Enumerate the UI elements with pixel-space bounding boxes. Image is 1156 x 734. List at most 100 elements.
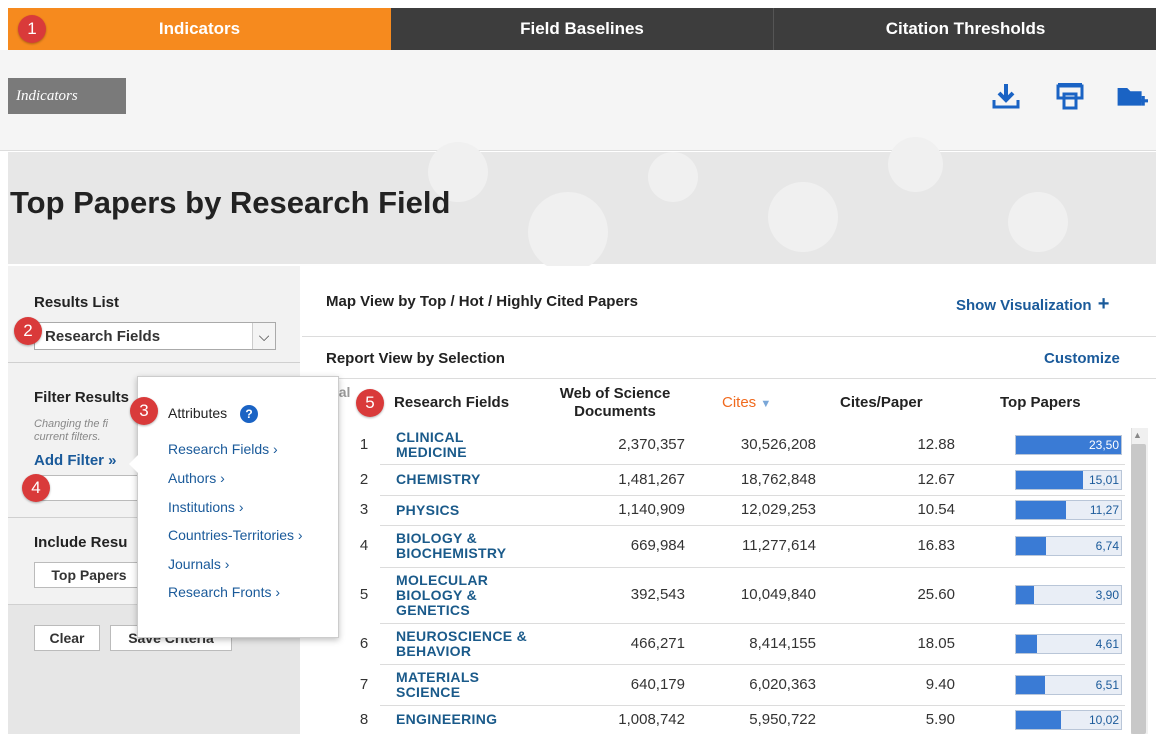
add-folder-icon[interactable] [1116, 80, 1148, 112]
sort-down-icon: ▼ [760, 398, 772, 410]
filter-results-label: Filter Results [34, 389, 130, 406]
col-cites-label: Cites [722, 394, 757, 411]
bar-fill [1016, 501, 1067, 519]
top-papers-bar[interactable]: 4,61 [1015, 633, 1122, 654]
decor-circle [888, 137, 943, 192]
research-field-link[interactable]: MATERIALS SCIENCE [396, 669, 536, 700]
top-papers-value: 11,27 [1089, 503, 1119, 517]
cites-per-paper-value: 12.67 [917, 470, 955, 488]
tab-label: Indicators [158, 19, 241, 38]
decor-circle [1008, 192, 1068, 252]
research-field-link[interactable]: CHEMISTRY [396, 472, 536, 487]
wos-documents-value: 2,370,357 [618, 436, 685, 453]
show-visualization-link[interactable]: Show Visualization + [956, 293, 1109, 316]
add-filter-link[interactable]: Add Filter » [34, 452, 117, 469]
download-icon[interactable] [990, 80, 1022, 112]
cites-per-paper-value: 12.88 [917, 436, 955, 453]
bar-fill [1016, 537, 1047, 555]
row-rank: 1 [359, 436, 369, 453]
popup-item-journals[interactable]: Journals › [168, 556, 229, 572]
col-wos-documents[interactable]: Web of Science Documents [540, 385, 690, 421]
bar-fill [1016, 710, 1062, 729]
research-field-link[interactable]: PHYSICS [396, 502, 536, 518]
help-icon[interactable]: ? [240, 405, 258, 423]
col-top-papers[interactable]: Top Papers [1000, 394, 1081, 411]
wos-documents-value: 640,179 [630, 675, 685, 693]
top-papers-value: 15,01 [1088, 472, 1119, 487]
research-field-link[interactable]: BIOLOGY & BIOCHEMISTRY [396, 531, 536, 561]
research-field-link[interactable]: MOLECULAR BIOLOGY & GENETICS [396, 572, 536, 618]
row-rank: 4 [359, 537, 369, 554]
scrollbar-thumb[interactable] [1131, 444, 1146, 734]
research-field-link[interactable]: CLINICAL MEDICINE [396, 430, 536, 460]
top-papers-bar[interactable]: 15,01 [1015, 469, 1122, 490]
top-papers-bar[interactable]: 6,74 [1015, 536, 1122, 556]
popup-item-institutions[interactable]: Institutions › [168, 499, 243, 515]
cites-value: 11,277,614 [742, 537, 816, 554]
wos-documents-value: 392,543 [630, 586, 685, 603]
popup-item-authors[interactable]: Authors › [168, 470, 225, 486]
top-papers-value: 3,90 [1095, 588, 1119, 602]
toolbar-band [0, 50, 1156, 151]
top-papers-bar[interactable]: 6,51 [1015, 674, 1122, 695]
research-field-link[interactable]: NEUROSCIENCE & BEHAVIOR [396, 628, 536, 659]
tab-label: Citation Thresholds [885, 19, 1046, 38]
top-papers-value: 6,51 [1095, 677, 1119, 692]
map-view-label: Map View by Top / Hot / Highly Cited Pap… [326, 293, 638, 310]
print-icon[interactable] [1054, 80, 1086, 112]
row-rank: 8 [359, 710, 369, 728]
col-cites[interactable]: Cites ▼ [722, 394, 771, 411]
results-list-label: Results List [34, 294, 120, 311]
top-papers-bar[interactable]: 10,02 [1015, 709, 1122, 730]
tab-field-baselines[interactable]: Field Baselines [391, 8, 773, 50]
wos-documents-value: 1,140,909 [618, 501, 685, 518]
cites-value: 6,020,363 [749, 675, 816, 693]
col-research-fields[interactable]: Research Fields [394, 394, 509, 411]
popup-item-research-fields[interactable]: Research Fields › [168, 441, 278, 457]
row-rank: 3 [359, 501, 369, 518]
row-rank: 7 [359, 675, 369, 693]
tab-citation-thresholds[interactable]: Citation Thresholds [773, 8, 1156, 50]
top-papers-bar[interactable]: 3,90 [1015, 585, 1122, 605]
top-papers-bar[interactable]: 23,50 [1015, 435, 1122, 455]
clear-label: Clear [49, 630, 85, 646]
include-value: Top Papers [51, 567, 127, 583]
cites-value: 30,526,208 [740, 436, 816, 453]
research-field-link[interactable]: ENGINEERING [396, 712, 536, 727]
cites-value: 10,049,840 [740, 586, 816, 603]
filter-hint-line: Changing the fi [34, 418, 108, 430]
customize-link[interactable]: Customize [1044, 350, 1120, 367]
scroll-up-arrow-icon[interactable]: ▲ [1133, 430, 1142, 440]
wos-documents-value: 1,481,267 [618, 470, 685, 488]
callout-badge-1: 1 [18, 15, 46, 43]
clear-button[interactable]: Clear [34, 625, 100, 651]
wos-documents-value: 466,271 [630, 634, 685, 652]
include-results-label: Include Resu [34, 534, 128, 551]
results-list-select[interactable]: Research Fields ⌵ [34, 322, 276, 350]
popup-item-countries[interactable]: Countries-Territories › [168, 527, 303, 543]
callout-badge-4: 4 [22, 474, 50, 502]
cites-per-paper-value: 16.83 [917, 537, 955, 554]
cites-per-paper-value: 10.54 [917, 501, 955, 518]
cites-per-paper-value: 18.05 [917, 634, 955, 652]
decor-circle [648, 152, 698, 202]
tab-indicators[interactable]: Indicators [8, 8, 391, 50]
tab-label: Field Baselines [520, 19, 644, 38]
decor-circle [528, 192, 608, 272]
cites-value: 5,950,722 [749, 710, 816, 728]
filter-hint-line: current filters. [34, 431, 101, 443]
include-select[interactable]: Top Papers [34, 562, 144, 588]
decor-circle [768, 182, 838, 252]
bar-fill [1016, 586, 1034, 604]
wos-documents-value: 669,984 [630, 537, 685, 554]
popup-item-research-fronts[interactable]: Research Fronts › [168, 584, 280, 600]
col-cites-per-paper[interactable]: Cites/Paper [840, 394, 923, 411]
breadcrumb[interactable]: Indicators [8, 78, 126, 114]
top-papers-bar[interactable]: 11,27 [1015, 500, 1122, 520]
bar-fill [1016, 634, 1037, 653]
cites-value: 18,762,848 [740, 470, 816, 488]
top-papers-value: 10,02 [1088, 712, 1119, 727]
top-papers-value: 23,50 [1088, 438, 1119, 452]
callout-badge-3: 3 [130, 397, 158, 425]
top-papers-value: 4,61 [1095, 636, 1119, 651]
